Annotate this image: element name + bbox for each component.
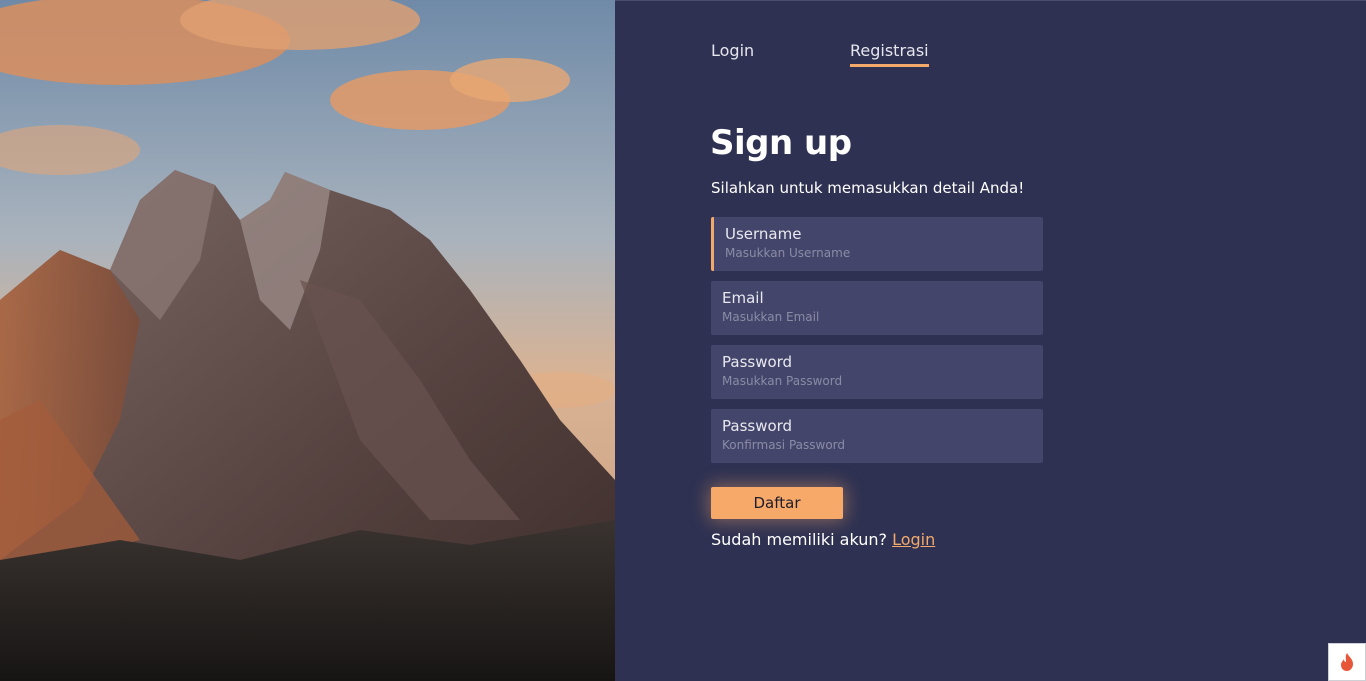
password-field[interactable]: Password	[711, 345, 1043, 399]
tab-login[interactable]: Login	[711, 41, 754, 60]
email-input[interactable]	[722, 310, 1032, 324]
daftar-button[interactable]: Daftar	[711, 487, 843, 519]
password-label: Password	[722, 353, 793, 371]
username-input[interactable]	[725, 246, 1032, 260]
username-label: Username	[725, 225, 802, 243]
password-input[interactable]	[722, 374, 1032, 388]
hero-image	[0, 0, 615, 681]
tab-registrasi[interactable]: Registrasi	[850, 41, 929, 67]
confirm-password-input[interactable]	[722, 438, 1032, 452]
login-prompt-text: Sudah memiliki akun?	[711, 530, 887, 549]
page-title: Sign up	[710, 123, 852, 163]
corner-badge[interactable]	[1328, 643, 1366, 681]
flame-icon	[1341, 653, 1353, 671]
login-prompt: Sudah memiliki akun? Login	[711, 530, 935, 549]
page-subtitle: Silahkan untuk memasukkan detail Anda!	[711, 179, 1025, 197]
confirm-password-field[interactable]: Password	[711, 409, 1043, 463]
confirm-password-label: Password	[722, 417, 793, 435]
login-link[interactable]: Login	[892, 530, 935, 549]
email-label: Email	[722, 289, 764, 307]
email-field[interactable]: Email	[711, 281, 1043, 335]
signup-panel: Login Registrasi Sign up Silahkan untuk …	[615, 0, 1366, 681]
username-field[interactable]: Username	[711, 217, 1043, 271]
